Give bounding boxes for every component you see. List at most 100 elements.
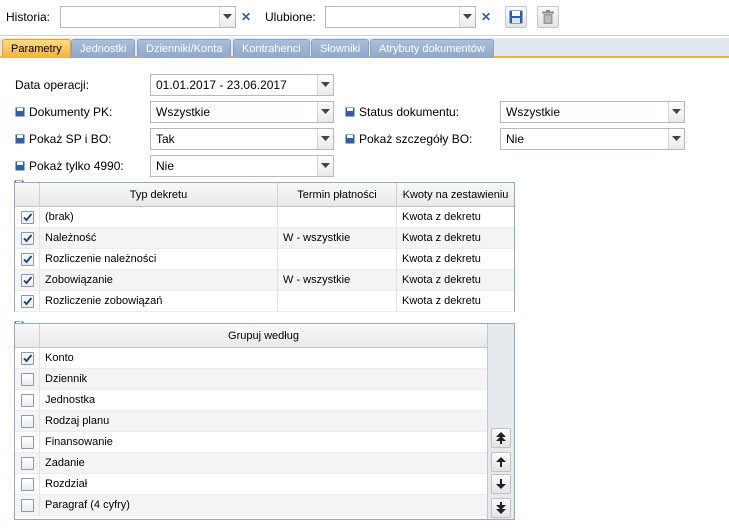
group-label: Rozdział — [45, 478, 88, 490]
history-combo[interactable] — [60, 6, 236, 28]
column-header-term[interactable]: Termin płatności — [278, 183, 397, 207]
group-label: Konto — [45, 352, 74, 364]
column-header-group[interactable]: Grupuj według — [40, 324, 487, 348]
tab-kontrahenci[interactable]: Kontrahenci — [233, 39, 310, 58]
group-checkbox[interactable] — [21, 415, 34, 428]
decree-type-grid: Typ dekretu Termin płatności Kwoty na ze… — [14, 182, 515, 312]
list-item[interactable]: Zadanie — [15, 453, 487, 474]
bo-details-value: Nie — [506, 132, 525, 146]
bo-details-combo[interactable]: Nie — [500, 128, 685, 150]
top-toolbar: Historia: ✕ Ulubione: ✕ — [0, 0, 729, 36]
bo-details-label: Pokaż szczegóły BO: — [345, 132, 472, 146]
group-checkbox[interactable] — [21, 373, 34, 386]
group-checkbox[interactable] — [21, 436, 34, 449]
move-down-button[interactable] — [491, 474, 511, 494]
chevron-down-icon[interactable] — [668, 102, 684, 122]
favorites-clear-icon[interactable]: ✕ — [478, 7, 494, 27]
cell-amount: Kwota z dekretu — [402, 232, 481, 244]
tab-atrybuty-dokumentow[interactable]: Atrybuty dokumentów — [370, 39, 494, 58]
floppy-disk-icon — [509, 10, 523, 24]
trash-icon — [542, 10, 554, 24]
group-grid-header: Grupuj według — [15, 324, 487, 348]
double-arrow-up-icon — [496, 432, 506, 444]
save-favorite-button[interactable] — [505, 6, 527, 28]
row-checkbox[interactable] — [21, 211, 34, 224]
move-up-button[interactable] — [491, 452, 511, 472]
group-checkbox[interactable] — [21, 352, 34, 365]
group-checkbox[interactable] — [21, 394, 34, 407]
group-label: Dziennik — [45, 373, 88, 385]
group-checkbox[interactable] — [21, 457, 34, 470]
date-value: 01.01.2017 - 23.06.2017 — [156, 78, 287, 92]
list-item[interactable]: Jednostka — [15, 390, 487, 411]
list-item[interactable]: Rodzaj planu — [15, 411, 487, 432]
list-item[interactable]: Konto — [15, 348, 487, 369]
table-row[interactable]: Należność W - wszystkie Kwota z dekretu — [15, 228, 514, 249]
move-bottom-button[interactable] — [491, 498, 511, 518]
date-label: Data operacji: — [15, 78, 90, 92]
decree-grid-header: Typ dekretu Termin płatności Kwoty na ze… — [15, 183, 514, 207]
date-range-combo[interactable]: 01.01.2017 - 23.06.2017 — [150, 74, 334, 96]
cell-term — [278, 249, 397, 270]
floppy-disk-icon — [15, 134, 25, 144]
table-row[interactable]: Rozliczenie zobowiązań Kwota z dekretu — [15, 291, 514, 312]
favorites-combo[interactable] — [325, 6, 476, 28]
doc-pk-combo[interactable]: Wszystkie — [150, 101, 334, 123]
doc-pk-label: Dokumenty PK: — [15, 105, 112, 119]
chevron-down-icon[interactable] — [459, 7, 475, 27]
row-checkbox[interactable] — [21, 274, 34, 287]
floppy-disk-icon — [15, 161, 25, 171]
status-combo[interactable]: Wszystkie — [500, 101, 685, 123]
list-item[interactable]: Rozdział — [15, 474, 487, 495]
tab-parametry[interactable]: Parametry — [2, 39, 71, 58]
list-item[interactable]: Finansowanie — [15, 432, 487, 453]
sp-bo-label: Pokaż SP i BO: — [15, 132, 111, 146]
group-label: Finansowanie — [45, 436, 113, 448]
tab-jednostki[interactable]: Jednostki — [71, 39, 136, 58]
cell-amount: Kwota z dekretu — [402, 253, 481, 265]
arrow-down-icon — [496, 479, 506, 489]
column-header-amount[interactable]: Kwoty na zestawieniu — [397, 183, 514, 207]
group-checkbox[interactable] — [21, 499, 34, 512]
list-item[interactable]: Dziennik — [15, 369, 487, 390]
chevron-down-icon[interactable] — [219, 7, 235, 27]
cell-term: W - wszystkie — [278, 228, 397, 249]
chevron-down-icon[interactable] — [317, 75, 333, 95]
only4990-label: Pokaż tylko 4990: — [15, 159, 124, 173]
cell-type: Rozliczenie zobowiązań — [40, 291, 278, 312]
status-label: Status dokumentu: — [345, 105, 459, 119]
only4990-value: Nie — [156, 159, 175, 173]
tab-bar: Parametry Jednostki Dzienniki/Konta Kont… — [0, 38, 729, 58]
cell-amount: Kwota z dekretu — [402, 211, 481, 223]
cell-type: Zobowiązanie — [40, 270, 278, 291]
arrow-up-icon — [496, 457, 506, 467]
chevron-down-icon[interactable] — [317, 102, 333, 122]
group-by-grid: Grupuj według Konto Dziennik Jednostka Rodz… — [14, 323, 515, 520]
cell-amount: Kwota z dekretu — [402, 274, 481, 286]
group-label: Jednostka — [45, 394, 96, 406]
column-header-type[interactable]: Typ dekretu — [40, 183, 278, 207]
double-arrow-down-icon — [496, 502, 506, 514]
row-checkbox[interactable] — [21, 232, 34, 245]
tab-slowniki[interactable]: Słowniki — [311, 39, 370, 58]
history-clear-icon[interactable]: ✕ — [238, 7, 254, 27]
chevron-down-icon[interactable] — [317, 156, 333, 176]
chevron-down-icon[interactable] — [317, 129, 333, 149]
move-top-button[interactable] — [491, 428, 511, 448]
list-item[interactable]: Paragraf (4 cyfry) — [15, 495, 487, 516]
floppy-disk-icon — [15, 107, 25, 117]
group-checkbox[interactable] — [21, 478, 34, 491]
table-row[interactable]: Rozliczenie należności Kwota z dekretu — [15, 249, 514, 270]
row-checkbox[interactable] — [21, 253, 34, 266]
table-row[interactable]: (brak) Kwota z dekretu — [15, 207, 514, 228]
cell-term — [278, 291, 397, 312]
delete-favorite-button[interactable] — [537, 6, 559, 28]
table-row[interactable]: Zobowiązanie W - wszystkie Kwota z dekretu — [15, 270, 514, 291]
cell-term: W - wszystkie — [278, 270, 397, 291]
row-checkbox[interactable] — [21, 295, 34, 308]
chevron-down-icon[interactable] — [668, 129, 684, 149]
reorder-panel — [487, 324, 514, 519]
only4990-combo[interactable]: Nie — [150, 155, 334, 177]
tab-dzienniki-konta[interactable]: Dzienniki/Konta — [137, 39, 232, 58]
sp-bo-combo[interactable]: Tak — [150, 128, 334, 150]
